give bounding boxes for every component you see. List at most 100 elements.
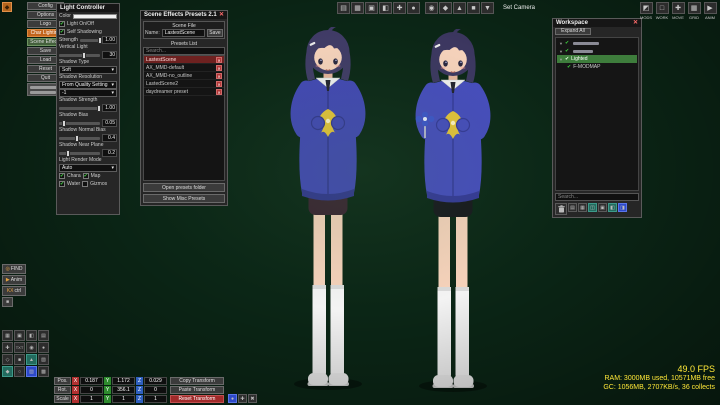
strength-slider[interactable] — [79, 36, 103, 44]
tool-button[interactable]: ▩ — [38, 366, 49, 377]
shadow-normal-bias-slider[interactable] — [59, 134, 100, 142]
preset-item[interactable]: LastestScene ✕ — [144, 56, 224, 64]
show-misc-presets-button[interactable]: Show Misc Presets — [143, 194, 225, 203]
tree-expand-icon[interactable]: ▼ — [559, 49, 563, 54]
tool-button[interactable]: ▤ — [38, 330, 49, 341]
tool-button[interactable]: ■ — [14, 354, 25, 365]
shadow-bias-slider[interactable] — [59, 119, 100, 127]
mod-launcher-icon[interactable]: ◆ — [2, 2, 12, 12]
right-tool-grid[interactable]: ▦ GRID — [687, 2, 701, 20]
toolbar-button[interactable]: ▦ — [351, 2, 364, 14]
right-tool-work[interactable]: □ WORK — [655, 2, 669, 20]
visibility-check-icon[interactable]: ✔ — [565, 40, 569, 46]
shadow-bias-value[interactable]: 0.05 — [102, 119, 117, 127]
right-tool-anim[interactable]: ▶ ANIM — [703, 2, 717, 20]
paste-transform-button[interactable]: Paste Transform — [170, 386, 224, 394]
reset-transform-button[interactable]: Reset Transform — [170, 395, 224, 403]
preset-item[interactable]: AX_MMD-default ✕ — [144, 64, 224, 72]
workspace-tool-button[interactable]: ▤ — [568, 203, 577, 212]
find-button[interactable]: ◎ FIND — [2, 264, 26, 274]
workspace-tool-button[interactable]: ◫ — [588, 203, 597, 212]
cull-water-checkbox[interactable]: ✔ — [59, 181, 65, 187]
pinwheel-prop[interactable] — [414, 110, 436, 140]
rot-z-field[interactable]: 0 — [144, 386, 167, 394]
vertical-light-value[interactable]: 30 — [102, 51, 117, 59]
axis-y-chip[interactable]: Y — [104, 377, 111, 385]
preset-item[interactable]: LastedScene2 ✕ — [144, 80, 224, 88]
toolbar-button[interactable]: ◉ — [425, 2, 438, 14]
tree-item[interactable]: ✔ F-MODMAP — [557, 63, 637, 71]
close-icon[interactable]: ✕ — [219, 12, 224, 18]
tree-expand-icon[interactable]: ▼ — [559, 57, 563, 62]
toolbar-button[interactable]: ■ — [467, 2, 480, 14]
scale-y-field[interactable]: 1 — [112, 395, 135, 403]
cull-chara-checkbox[interactable]: ✔ — [59, 173, 65, 179]
shadow-normal-bias-value[interactable]: 0.4 — [102, 134, 117, 142]
tree-item[interactable]: ▼ ✔ — [557, 39, 637, 47]
toolbar-button[interactable]: ▤ — [337, 2, 350, 14]
preset-item[interactable]: daydreamer preset ✕ — [144, 88, 224, 96]
preset-item[interactable]: AX_MMD-no_outline ✕ — [144, 72, 224, 80]
right-tool-move[interactable]: ✚ MOVE — [671, 2, 685, 20]
tool-button[interactable]: ▦ — [2, 330, 13, 341]
preset-search-input[interactable] — [143, 47, 225, 55]
cull-gizmos-checkbox[interactable] — [82, 181, 89, 187]
axis-y-chip[interactable]: Y — [104, 395, 111, 403]
shadow-strength-value[interactable]: 1.00 — [102, 104, 117, 112]
shadow-custom-resolution-select[interactable]: -1 ▾ — [59, 89, 117, 97]
toolbar-button[interactable]: ◆ — [439, 2, 452, 14]
shadow-resolution-select[interactable]: From Quality Setting ▾ — [59, 81, 117, 89]
workspace-tool-button[interactable]: ◨ — [618, 203, 627, 212]
toolbar-button[interactable]: ✚ — [393, 2, 406, 14]
toolbar-button[interactable]: ▼ — [481, 2, 494, 14]
mini-button[interactable]: ● — [228, 394, 237, 403]
open-presets-folder-button[interactable]: Open presets folder — [143, 183, 225, 192]
tool-button[interactable]: ▨ — [38, 354, 49, 365]
self-shadowing-checkbox[interactable]: ✔ — [59, 29, 65, 35]
delete-preset-button[interactable]: ✕ — [216, 88, 222, 95]
axis-x-chip[interactable]: X — [72, 377, 79, 385]
delete-preset-button[interactable]: ✕ — [216, 80, 222, 87]
strength-value[interactable]: 1.00 — [102, 36, 117, 44]
axis-y-chip[interactable]: Y — [104, 386, 111, 394]
tool-button[interactable]: ✚ — [2, 342, 13, 353]
mini-button[interactable]: ✚ — [238, 394, 247, 403]
shadow-strength-slider[interactable] — [59, 104, 101, 112]
toolbar-button[interactable]: ◧ — [379, 2, 392, 14]
character-left[interactable] — [263, 27, 393, 392]
misc-tool-button[interactable]: ■ — [2, 297, 13, 307]
light-onoff-checkbox[interactable]: ✔ — [59, 21, 65, 27]
pos-z-field[interactable]: 0.029 — [144, 377, 167, 385]
pos-x-field[interactable]: 0.187 — [80, 377, 103, 385]
light-render-mode-select[interactable]: Auto ▾ — [59, 164, 117, 172]
right-tool-mods[interactable]: ◩ MODS — [639, 2, 653, 20]
copy-transform-button[interactable]: Copy Transform — [170, 377, 224, 385]
tool-button[interactable]: TXT — [14, 342, 25, 353]
tree-expand-icon[interactable]: ▼ — [559, 41, 563, 46]
visibility-check-icon[interactable]: ✔ — [567, 64, 571, 70]
delete-preset-button[interactable]: ✕ — [216, 72, 222, 79]
anim-button[interactable]: ▶ Anim — [2, 275, 26, 285]
toolbar-button[interactable]: ▣ — [365, 2, 378, 14]
tool-button[interactable]: ● — [38, 342, 49, 353]
tool-button[interactable]: ▣ — [14, 330, 25, 341]
character-right[interactable] — [388, 29, 518, 394]
delete-preset-button[interactable]: ✕ — [216, 64, 222, 71]
expand-all-button[interactable]: Expand All — [555, 27, 591, 35]
tool-button[interactable]: ○ — [14, 366, 25, 377]
toolbar-button[interactable]: ● — [407, 2, 420, 14]
light-color-swatch[interactable] — [72, 13, 117, 19]
axis-z-chip[interactable]: Z — [136, 377, 143, 385]
visibility-check-icon[interactable]: ✔ — [565, 48, 569, 54]
shadow-type-select[interactable]: Soft ▾ — [59, 66, 117, 74]
workspace-tool-button[interactable]: ▦ — [578, 203, 587, 212]
tool-button[interactable]: ▧ — [26, 366, 37, 377]
rot-y-field[interactable]: 356.1 — [112, 386, 135, 394]
shadow-near-plane-value[interactable]: 0.2 — [102, 149, 117, 157]
tool-button[interactable]: ◧ — [26, 330, 37, 341]
axis-x-chip[interactable]: X — [72, 386, 79, 394]
axis-x-chip[interactable]: X — [72, 395, 79, 403]
pos-y-field[interactable]: 1.172 — [112, 377, 135, 385]
kx-ctrl-button[interactable]: KX ctrl — [2, 286, 26, 296]
toolbar-button[interactable]: ▲ — [453, 2, 466, 14]
